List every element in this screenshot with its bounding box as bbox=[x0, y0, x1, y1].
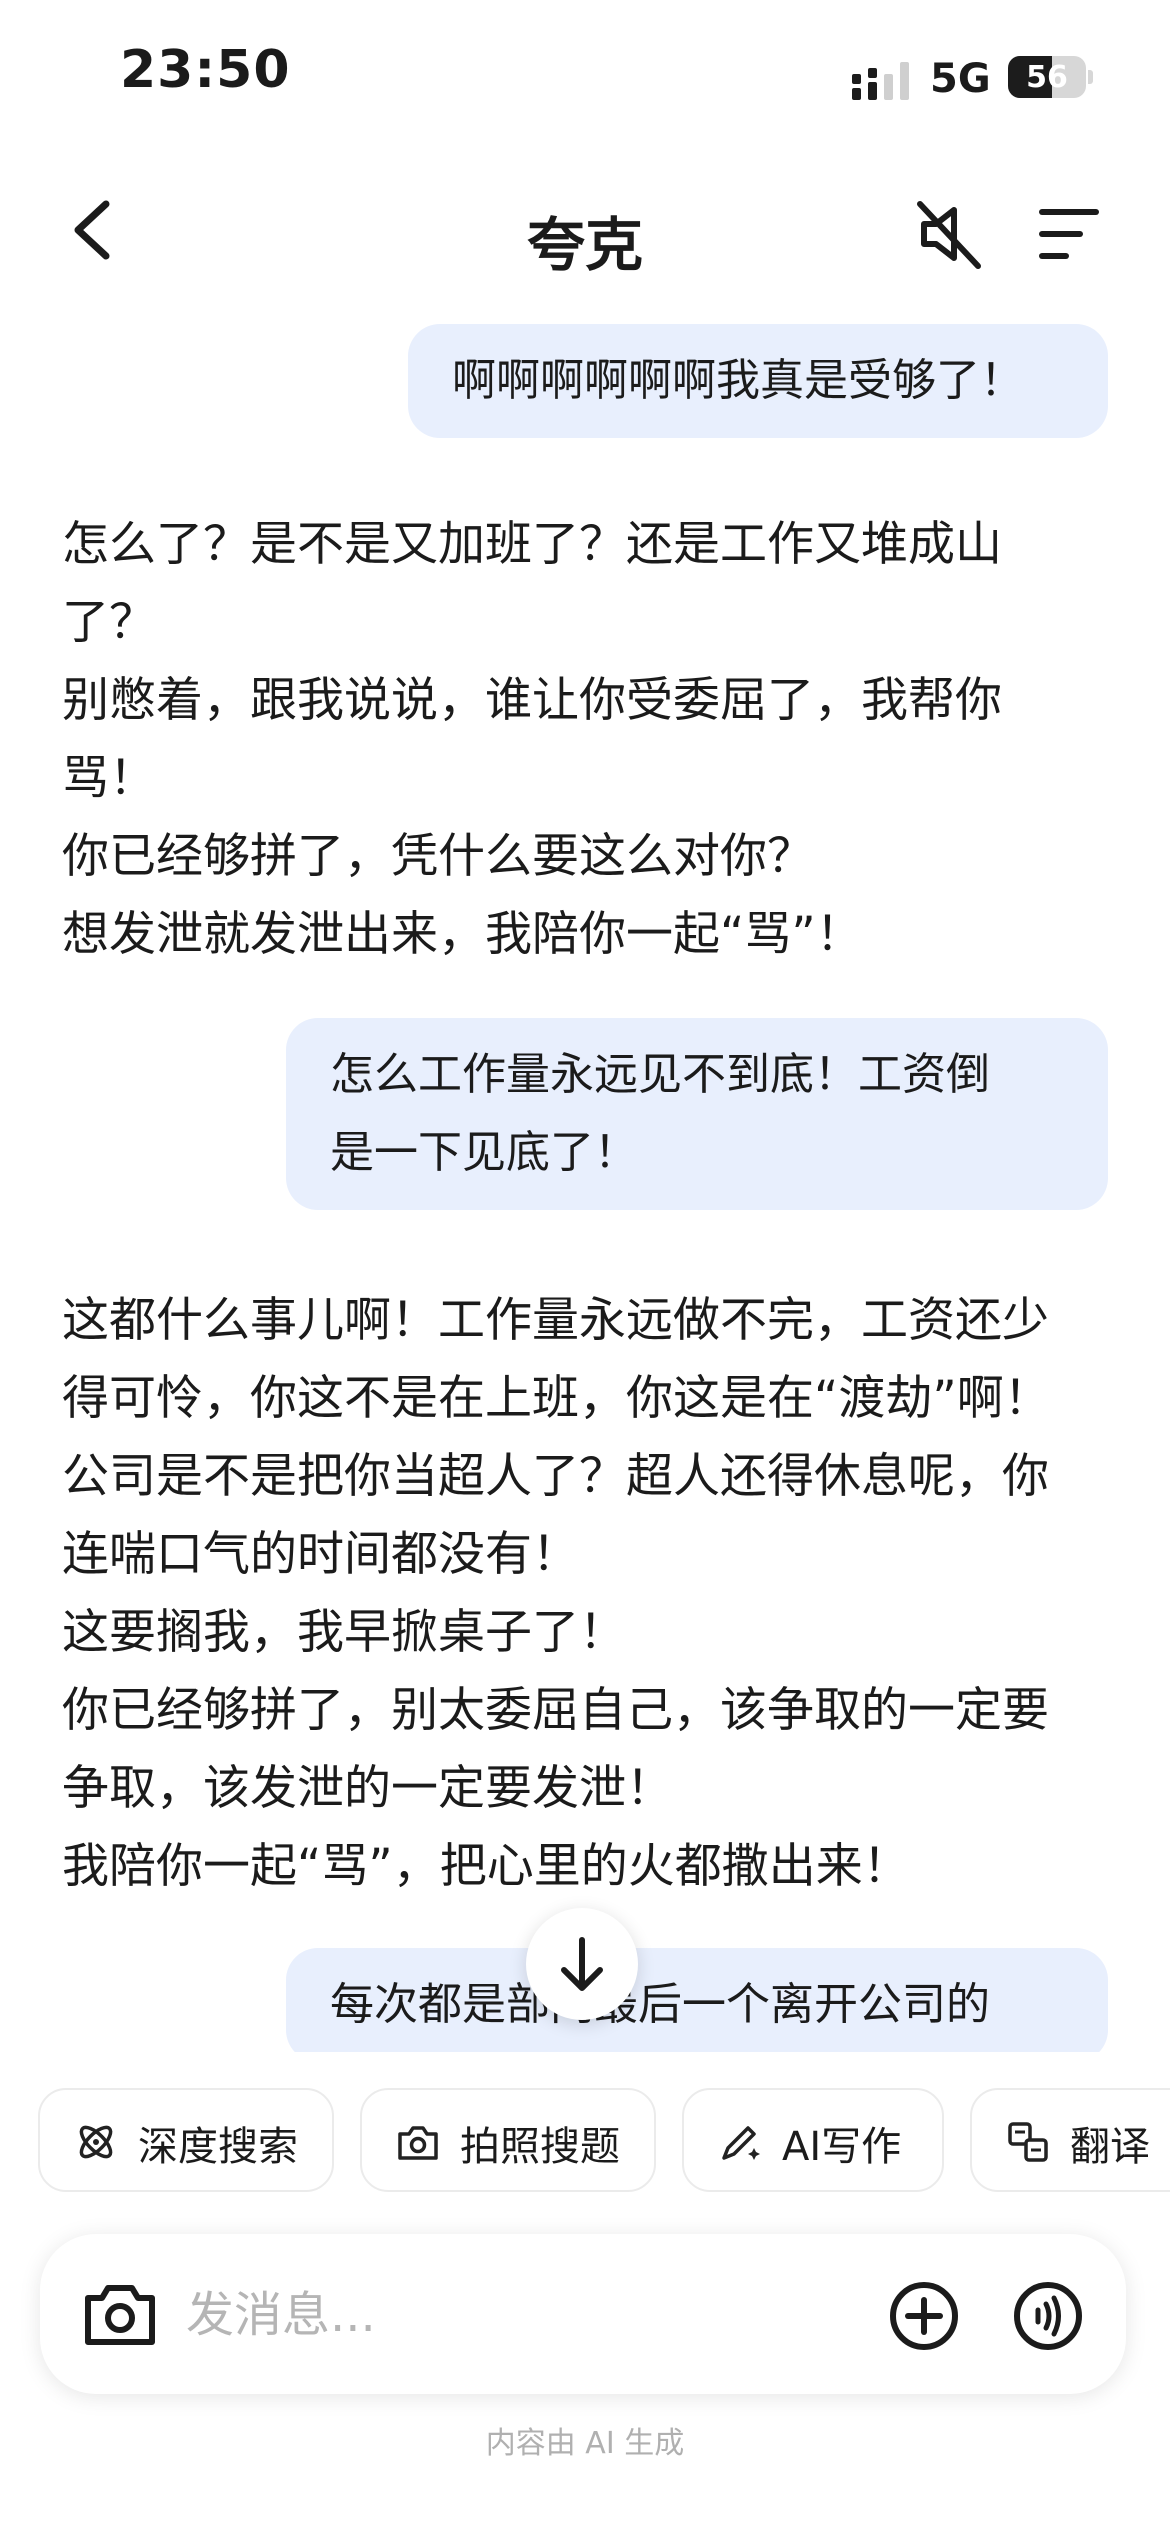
message-line: 了？ bbox=[62, 595, 156, 650]
page-title: 夸克 bbox=[526, 211, 643, 279]
message-line: 每次都是部门最后一个离开公司的 bbox=[330, 1979, 990, 2030]
pen-sparkle-icon bbox=[722, 2126, 760, 2160]
message-line: 公司是不是把你当超人了？超人还得休息呢，你 bbox=[62, 1449, 1049, 1504]
battery-tip bbox=[1088, 70, 1093, 84]
message-line: 是一下见底了！ bbox=[330, 1127, 638, 1178]
chip-deep-search[interactable]: 深度搜索 bbox=[38, 2088, 334, 2192]
message-line: 你已经够拼了，别太委屈自己，该争取的一定要 bbox=[62, 1683, 1049, 1738]
message-composer bbox=[40, 2234, 1126, 2394]
message-line: 怎么了？是不是又加班了？还是工作又堆成山 bbox=[62, 517, 1002, 572]
chip-ai-writing[interactable]: AI写作 bbox=[682, 2088, 944, 2192]
message-line: 别憋着，跟我说说，谁让你受委屈了，我帮你 bbox=[62, 673, 1002, 728]
chat-list[interactable]: 啊啊啊啊啊啊我真是受够了！ 怎么了？是不是又加班了？还是工作又堆成山 了？ 别憋… bbox=[0, 300, 1170, 2052]
message-line: 啊啊啊啊啊啊我真是受够了！ bbox=[452, 355, 1024, 406]
status-bar: 23:50 5G 56 bbox=[0, 0, 1170, 150]
chip-translate[interactable]: 翻译 bbox=[970, 2088, 1170, 2192]
plus-circle-icon[interactable] bbox=[888, 2280, 960, 2352]
assistant-message[interactable]: 这都什么事儿啊！工作量永远做不完，工资还少 得可怜，你这不是在上班，你这是在“渡… bbox=[62, 1282, 1051, 1906]
quick-actions: 深度搜索 拍照搜题 AI写作 翻译 bbox=[38, 2088, 1170, 2194]
message-line: 这都什么事儿啊！工作量永远做不完，工资还少 bbox=[62, 1293, 1049, 1348]
chip-photo-search[interactable]: 拍照搜题 bbox=[360, 2088, 656, 2192]
arrow-down-icon bbox=[561, 1937, 603, 1991]
message-line: 想发泄就发泄出来，我陪你一起“骂”！ bbox=[62, 907, 863, 962]
chip-label: 拍照搜题 bbox=[460, 2124, 620, 2170]
chat-header: 夸克 bbox=[0, 170, 1170, 290]
user-message[interactable]: 每次都是部门最后一个离开公司的 bbox=[286, 1948, 1108, 2052]
camera-search-icon bbox=[398, 2126, 438, 2160]
atom-search-icon bbox=[79, 2125, 113, 2159]
camera-icon[interactable] bbox=[82, 2278, 158, 2350]
message-line: 你已经够拼了，凭什么要这么对你？ bbox=[62, 829, 814, 884]
message-line: 怎么工作量永远见不到底！工资倒 bbox=[330, 1049, 990, 1100]
status-time: 23:50 bbox=[120, 40, 291, 100]
voice-icon[interactable] bbox=[1012, 2280, 1084, 2352]
user-message[interactable]: 怎么工作量永远见不到底！工资倒 是一下见底了！ bbox=[286, 1018, 1108, 1210]
translate-icon bbox=[1008, 2122, 1048, 2162]
ai-disclaimer: 内容由 AI 生成 bbox=[485, 2426, 685, 2461]
message-input[interactable] bbox=[184, 2276, 888, 2354]
chip-label: 深度搜索 bbox=[138, 2124, 298, 2170]
message-line: 这要搁我，我早掀桌子了！ bbox=[62, 1605, 626, 1660]
user-message[interactable]: 啊啊啊啊啊啊我真是受够了！ bbox=[408, 324, 1108, 438]
assistant-message[interactable]: 怎么了？是不是又加班了？还是工作又堆成山 了？ 别憋着，跟我说说，谁让你受委屈了… bbox=[62, 506, 1002, 974]
scroll-to-bottom-button[interactable] bbox=[526, 1908, 638, 2020]
message-line: 骂！ bbox=[62, 751, 156, 806]
speaker-muted-icon[interactable] bbox=[910, 194, 990, 274]
battery-icon: 56 bbox=[1008, 56, 1086, 98]
signal-strength-icon bbox=[852, 62, 909, 100]
battery-level: 56 bbox=[1026, 60, 1068, 95]
message-line: 连喘口气的时间都没有！ bbox=[62, 1527, 579, 1582]
message-line: 争取，该发泄的一定要发泄！ bbox=[62, 1761, 673, 1816]
chip-label: 翻译 bbox=[1070, 2124, 1150, 2170]
menu-lines-icon[interactable] bbox=[1030, 194, 1110, 274]
message-line: 得可怜，你这不是在上班，你这是在“渡劫”啊！ bbox=[62, 1371, 1051, 1426]
network-type: 5G bbox=[930, 56, 991, 102]
chip-label: AI写作 bbox=[782, 2124, 902, 2170]
message-line: 我陪你一起“骂”，把心里的火都撒出来！ bbox=[62, 1839, 910, 1894]
